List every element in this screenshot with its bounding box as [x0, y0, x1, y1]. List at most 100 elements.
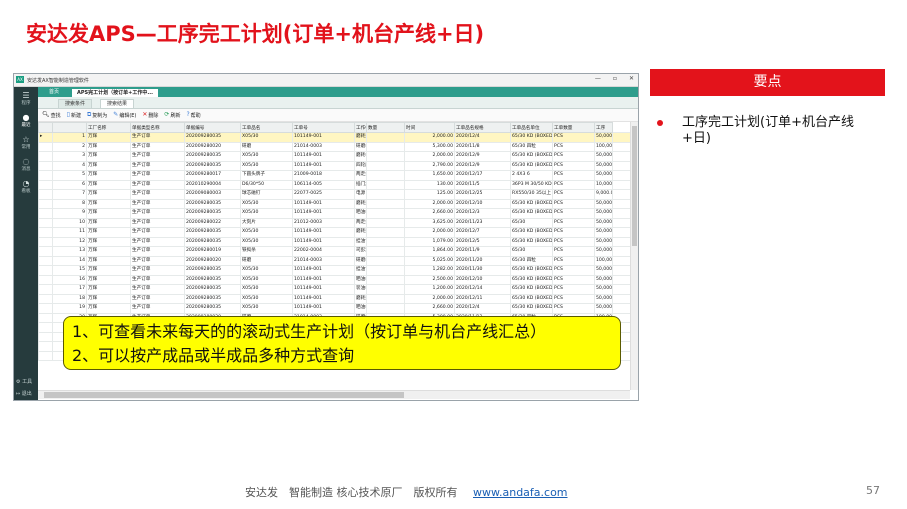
table-cell[interactable]: 202009280035	[184, 293, 241, 304]
table-cell[interactable]: X05/30	[240, 227, 293, 238]
table-cell[interactable]: PCS	[552, 274, 595, 285]
table-cell[interactable]: 300	[612, 227, 630, 238]
table-cell[interactable]: 10,000.0000	[594, 179, 613, 190]
table-cell[interactable]: 200	[612, 217, 630, 228]
table-cell[interactable]: 2020/12/5	[454, 236, 511, 247]
table-cell[interactable]: 50,000.0000	[594, 132, 613, 143]
table-cell[interactable]: 600	[612, 265, 630, 276]
table-cell[interactable]: 21014-0003	[292, 141, 355, 152]
table-cell[interactable]: 65/30	[510, 217, 553, 228]
table-cell[interactable]: 装油机	[354, 284, 367, 295]
table-cell[interactable]: PCS	[552, 227, 595, 238]
table-cell[interactable]	[366, 179, 405, 190]
table-cell[interactable]: 202009280035	[184, 208, 241, 219]
table-cell[interactable]: 101149-001	[292, 236, 355, 247]
table-row[interactable]: 19万辉生产订单202009280035X05/30101149-001晒油机 2…	[38, 303, 630, 314]
table-cell[interactable]: 500	[612, 160, 630, 171]
tab-home[interactable]: 首页	[44, 88, 64, 97]
table-row[interactable]: 15万辉生产订单202009280035X05/30101149-001挂油包装…	[38, 265, 630, 276]
table-cell[interactable]: 101149-001	[292, 293, 355, 304]
column-header[interactable]: 工单号	[292, 122, 355, 133]
table-cell[interactable]: 36P3 M 30/50 KD ...	[510, 179, 553, 190]
table-cell[interactable]	[366, 160, 405, 171]
sidebar-item-exit[interactable]: ↦ 退出	[16, 390, 32, 397]
find-button[interactable]: 🔍︎ 查找	[42, 112, 61, 119]
table-cell[interactable]: 50,000.0000	[594, 293, 613, 304]
table-cell[interactable]	[366, 236, 405, 247]
table-cell[interactable]: D6/30*50	[240, 179, 293, 190]
table-cell[interactable]: 65/30 KD (BOXED)	[510, 303, 553, 314]
table-cell[interactable]: 50,000.0000	[594, 284, 613, 295]
table-cell[interactable]: 2	[52, 141, 87, 152]
table-cell[interactable]: PCS	[552, 217, 595, 228]
table-cell[interactable]: 3	[52, 151, 87, 162]
column-header[interactable]: 时间	[404, 122, 455, 133]
table-cell[interactable]: 101149-001	[292, 208, 355, 219]
table-cell[interactable]: PCS	[552, 132, 595, 143]
table-cell[interactable]: 生产订单	[130, 217, 185, 228]
table-cell[interactable]: 晒油机	[354, 274, 367, 285]
table-cell[interactable]: 101149-001	[292, 284, 355, 295]
table-cell[interactable]: 22077-0025	[292, 189, 355, 200]
table-cell[interactable]: 202009280035	[184, 227, 241, 238]
table-cell[interactable]: 1,200.00	[404, 284, 455, 295]
table-cell[interactable]: 1,079.00	[404, 236, 455, 247]
table-row[interactable]: 5万辉生产订单202009280017下圆头牌子21009-0018两走式研磨抛…	[38, 170, 630, 181]
table-cell[interactable]: 11	[52, 227, 87, 238]
table-cell[interactable]: 2020/12/4	[454, 132, 511, 143]
table-cell[interactable]	[366, 227, 405, 238]
table-cell[interactable]: 司彭清压机	[354, 246, 367, 257]
table-cell[interactable]: 202009280035	[184, 274, 241, 285]
table-cell[interactable]: X05/30	[240, 293, 293, 304]
table-cell[interactable]: 202009280035	[184, 236, 241, 247]
table-cell[interactable]: 202009280022	[184, 217, 241, 228]
table-cell[interactable]: 65/30 四粒	[510, 141, 553, 152]
table-cell[interactable]: 晒油机	[354, 208, 367, 219]
column-header[interactable]: 工单品名单位	[510, 122, 553, 133]
table-cell[interactable]: 9	[52, 208, 87, 219]
table-cell[interactable]: 2020/12/10	[454, 274, 511, 285]
table-row[interactable]: 12万辉生产订单202009280035X05/30101149-001挂油包装…	[38, 236, 630, 247]
table-cell[interactable]: X05/30	[240, 284, 293, 295]
table-cell[interactable]: 130.00	[404, 179, 455, 190]
table-cell[interactable]: 65/30 KD (BOXED)	[510, 293, 553, 304]
column-header[interactable]	[52, 122, 87, 133]
table-cell[interactable]: 65/30 KD (BOXED)	[510, 208, 553, 219]
footer-link[interactable]: www.andafa.com	[473, 486, 568, 499]
table-cell[interactable]: 2 4X3 6	[510, 170, 553, 181]
table-cell[interactable]: PCS	[552, 198, 595, 209]
table-cell[interactable]: 500	[612, 141, 630, 152]
table-cell[interactable]: 万辉	[86, 198, 131, 209]
table-cell[interactable]: 研磨机	[354, 141, 367, 152]
table-cell[interactable]: 磨耗型平角机	[354, 293, 367, 304]
table-cell[interactable]: X05/30	[240, 198, 293, 209]
table-cell[interactable]: 万辉	[86, 246, 131, 257]
table-cell[interactable]	[366, 293, 405, 304]
new-button[interactable]: ▯ 新建	[67, 112, 81, 119]
table-cell[interactable]: 65/30 KD (BOXED)	[510, 227, 553, 238]
table-cell[interactable]	[366, 217, 405, 228]
table-row[interactable]: 3万辉生产订单202009280035X05/30101149-001磨耗机 2,…	[38, 151, 630, 162]
table-cell[interactable]: X05/30	[240, 151, 293, 162]
table-cell[interactable]: 生产订单	[130, 198, 185, 209]
table-cell[interactable]: 202009280035	[184, 303, 241, 314]
table-cell[interactable]: 万辉	[86, 179, 131, 190]
table-cell[interactable]: X05/30	[240, 265, 293, 276]
table-cell[interactable]: 202009280020	[184, 255, 241, 266]
table-cell[interactable]: 2020/12/3	[454, 208, 511, 219]
table-cell[interactable]: 202009280035	[184, 132, 241, 143]
table-row[interactable]: 7 万辉 生产订单 202009080003 球芯磁钉 22077-0025 电源 125.0…	[38, 189, 630, 200]
column-header[interactable]: 单据编号	[184, 122, 241, 133]
table-cell[interactable]: PCS	[552, 141, 595, 152]
table-cell[interactable]: PCS	[552, 179, 595, 190]
table-cell[interactable]: 202009280020	[184, 141, 241, 152]
table-cell[interactable]: 18	[52, 293, 87, 304]
table-cell[interactable]: 16	[52, 274, 87, 285]
sidebar-item-favorites[interactable]: ☆ 常用	[14, 135, 38, 150]
table-cell[interactable]: 100,000.0000	[594, 141, 613, 152]
table-cell[interactable]: 生产订单	[130, 227, 185, 238]
table-cell[interactable]: 研磨	[240, 255, 293, 266]
table-cell[interactable]: 65/30 KD (BOXED)	[510, 132, 553, 143]
table-cell[interactable]: X05/30	[240, 236, 293, 247]
table-cell[interactable]: PCS	[552, 293, 595, 304]
